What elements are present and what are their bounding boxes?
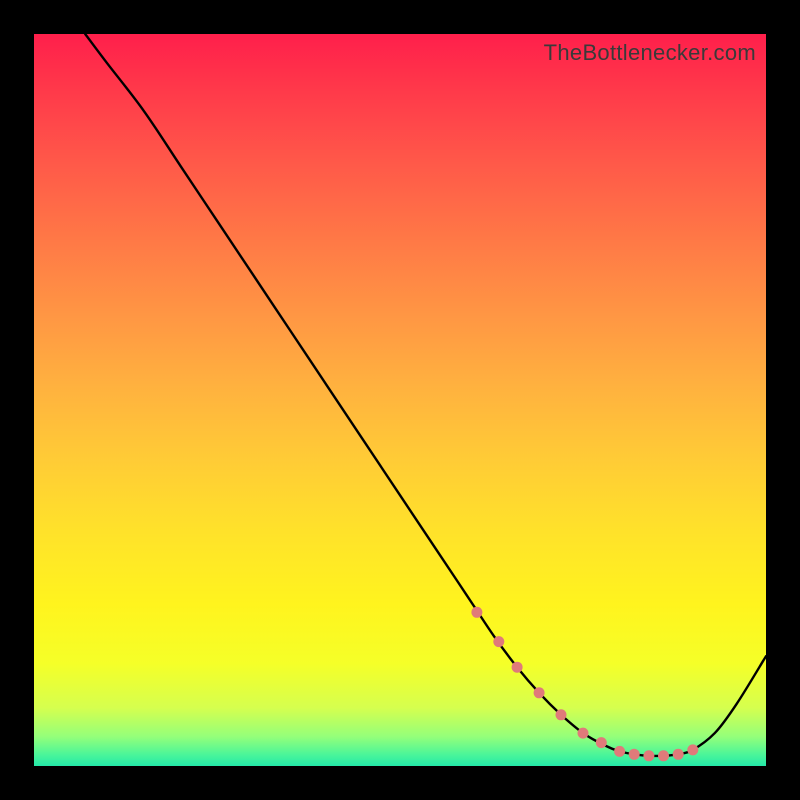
marker-dot xyxy=(534,687,545,698)
bottleneck-curve xyxy=(85,34,766,756)
marker-dot xyxy=(512,662,523,673)
watermark-text: TheBottlenecker.com xyxy=(544,40,756,66)
marker-dot xyxy=(556,709,567,720)
marker-dot xyxy=(629,749,640,760)
marker-dot xyxy=(673,749,684,760)
marker-dot xyxy=(658,750,669,761)
marker-dot xyxy=(687,744,698,755)
marker-dot xyxy=(643,750,654,761)
highlight-markers xyxy=(471,607,698,762)
marker-dot xyxy=(578,728,589,739)
curve-layer xyxy=(34,34,766,766)
marker-dot xyxy=(614,746,625,757)
marker-dot xyxy=(493,636,504,647)
marker-dot xyxy=(596,737,607,748)
chart-frame: TheBottlenecker.com xyxy=(0,0,800,800)
plot-area: TheBottlenecker.com xyxy=(34,34,766,766)
marker-dot xyxy=(471,607,482,618)
